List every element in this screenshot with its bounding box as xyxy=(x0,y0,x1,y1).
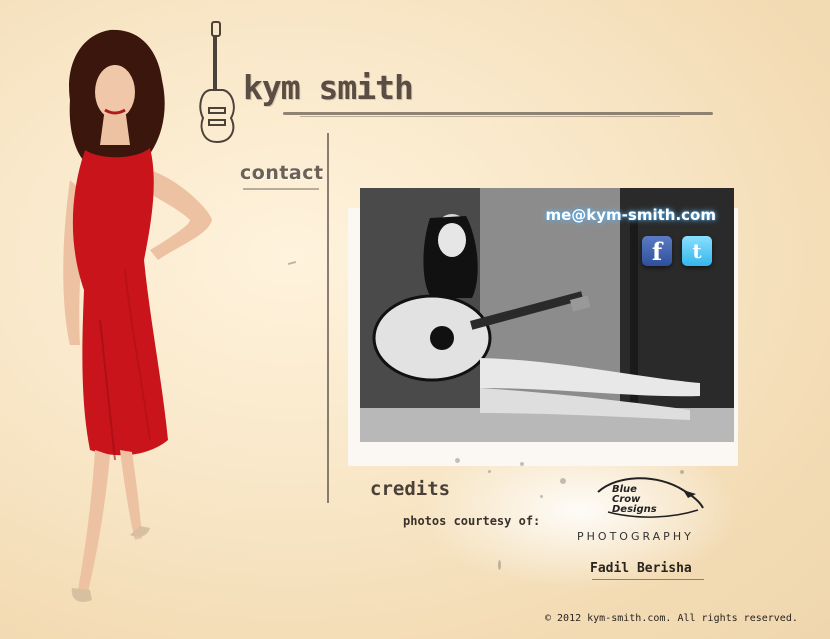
nav-divider xyxy=(327,133,329,503)
splatter xyxy=(498,560,501,570)
guitar-photo-image xyxy=(360,188,734,442)
facebook-icon[interactable]: f xyxy=(642,236,672,266)
photographer-underline xyxy=(592,579,704,580)
splatter xyxy=(455,458,460,463)
credits-heading: credits xyxy=(370,478,451,500)
guitar-logo-icon xyxy=(199,21,235,144)
header-rule-thin xyxy=(300,116,680,117)
splatter xyxy=(520,462,524,466)
splatter xyxy=(488,470,491,473)
studio-tagline: PHOTOGRAPHY xyxy=(577,530,694,543)
contact-photo: me@kym-smith.com f t xyxy=(360,188,734,442)
copyright-notice: © 2012 kym-smith.com. All rights reserve… xyxy=(545,613,798,624)
model-photo xyxy=(63,29,212,602)
studio-name: Blue Crow Designs xyxy=(612,485,657,515)
photographer-name: Fadil Berisha xyxy=(590,561,692,576)
decorative-dash xyxy=(287,260,297,266)
header-rule xyxy=(283,112,713,115)
nav-contact-link[interactable]: contact xyxy=(240,162,324,184)
splatter xyxy=(560,478,566,484)
twitter-icon[interactable]: t xyxy=(682,236,712,266)
nav-contact-underline xyxy=(243,188,319,190)
studio-name-line3: Designs xyxy=(612,504,657,515)
credits-courtesy-label: photos courtesy of: xyxy=(403,514,541,528)
site-title: kym smith xyxy=(243,68,414,107)
splatter xyxy=(540,495,543,498)
email-link[interactable]: me@kym-smith.com xyxy=(546,206,717,224)
